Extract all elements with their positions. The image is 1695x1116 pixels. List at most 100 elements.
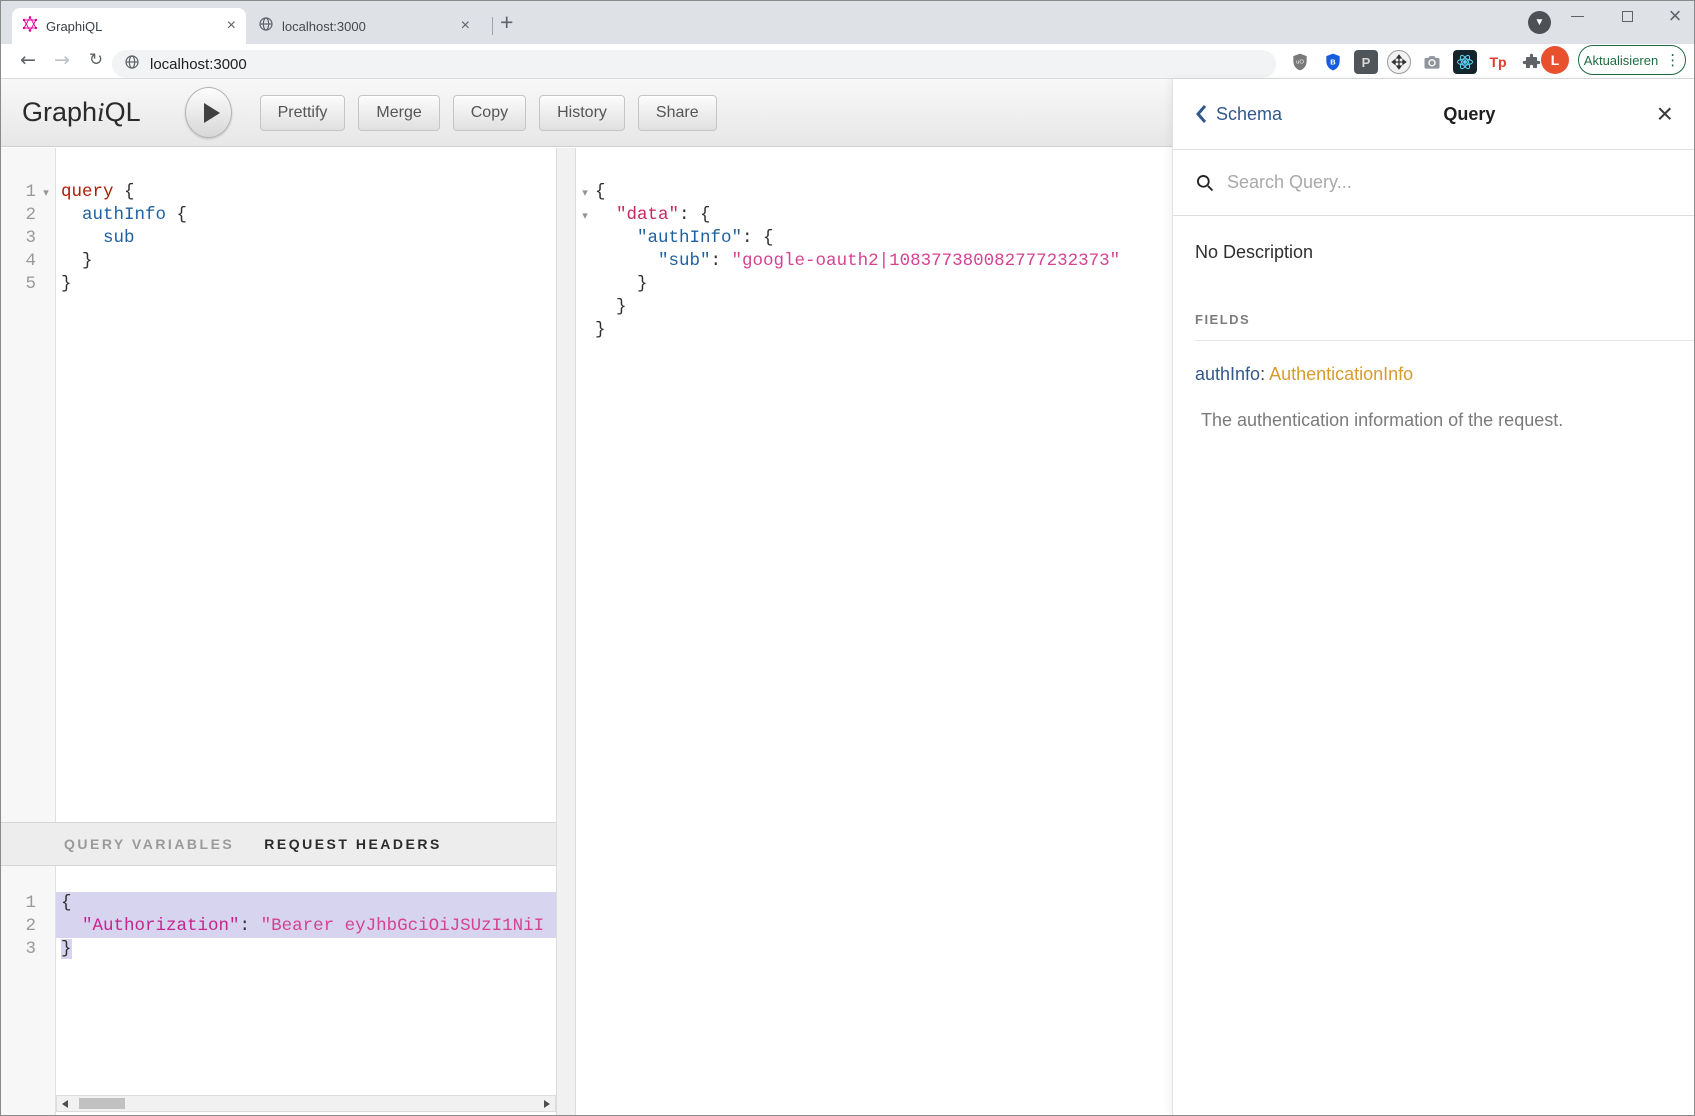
tab-request-headers[interactable]: REQUEST HEADERS: [264, 836, 442, 852]
query-code[interactable]: 1▾query {2 authInfo {3 sub4 }5}: [0, 181, 556, 296]
fold-gutter: [36, 938, 56, 961]
tab-close-icon[interactable]: ×: [461, 18, 470, 34]
maximize-button[interactable]: [1604, 0, 1650, 32]
tab-query-variables[interactable]: QUERY VARIABLES: [64, 836, 234, 852]
token: [595, 205, 616, 225]
tab-close-icon[interactable]: ×: [227, 18, 236, 34]
camera-icon[interactable]: [1420, 50, 1444, 74]
code-text[interactable]: "authInfo": {: [593, 227, 1172, 250]
ublock-icon[interactable]: uO: [1288, 50, 1312, 74]
divider: [1195, 340, 1695, 341]
extensions-row: uO B P Tp: [1288, 50, 1543, 74]
code-text[interactable]: "sub": "google-oauth2|108377380082777232…: [593, 250, 1172, 273]
fold-arrow-icon[interactable]: ▾: [577, 204, 593, 227]
bitwarden-icon[interactable]: B: [1321, 50, 1345, 74]
token: }: [595, 297, 627, 317]
result-viewer: ▾{▾ "data": { "authInfo": { "sub": "goog…: [577, 148, 1172, 1116]
search-input[interactable]: Search Query...: [1227, 172, 1352, 193]
browser-tab-graphiql[interactable]: GraphiQL ×: [12, 8, 246, 44]
doc-title: Query: [1282, 104, 1657, 125]
fold-arrow-icon[interactable]: ▾: [577, 181, 593, 204]
fold-gutter: [36, 273, 56, 296]
back-icon[interactable]: ←: [14, 46, 42, 74]
code-line: }: [577, 319, 1172, 342]
request-headers-editor[interactable]: 1{2 "Authorization": "Bearer eyJhbGciOiJ…: [0, 866, 556, 1116]
doc-search-row[interactable]: Search Query...: [1173, 150, 1695, 216]
code-text[interactable]: query {: [56, 181, 556, 204]
token: [61, 205, 82, 225]
token: }: [595, 274, 648, 294]
line-number: 5: [0, 273, 36, 296]
token: "Bearer eyJhbGciOiJSUzI1NiI: [261, 916, 545, 936]
p-extension-icon[interactable]: P: [1354, 50, 1378, 74]
code-text[interactable]: }: [56, 250, 556, 273]
reload-icon[interactable]: ↻: [82, 46, 110, 74]
address-bar[interactable]: localhost:3000: [112, 50, 1276, 78]
site-globe-icon[interactable]: [124, 54, 140, 75]
window-close-button[interactable]: ×: [1652, 0, 1695, 32]
headers-code[interactable]: 1{2 "Authorization": "Bearer eyJhbGciOiJ…: [0, 892, 556, 961]
query-editor[interactable]: 1▾query {2 authInfo {3 sub4 }5}: [0, 148, 556, 822]
share-button[interactable]: Share: [638, 95, 717, 131]
code-text[interactable]: sub: [56, 227, 556, 250]
doc-close-icon[interactable]: ×: [1657, 104, 1673, 124]
tab-title: GraphiQL: [46, 19, 221, 34]
code-text[interactable]: "data": {: [593, 204, 1172, 227]
kebab-menu-icon[interactable]: ⋮: [1665, 51, 1680, 69]
chevron-left-icon: [1195, 104, 1207, 124]
url-text[interactable]: localhost:3000: [150, 56, 247, 73]
token: {: [114, 182, 135, 202]
browser-tab-localhost[interactable]: localhost:3000 ×: [248, 8, 480, 44]
code-line: 5}: [0, 273, 556, 296]
search-icon: [1195, 173, 1215, 193]
forward-icon: →: [48, 46, 76, 74]
move-tool-icon[interactable]: [1387, 50, 1411, 74]
history-button[interactable]: History: [539, 95, 625, 131]
horizontal-scrollbar[interactable]: [56, 1095, 556, 1112]
prettify-button[interactable]: Prettify: [260, 95, 346, 131]
tab-separator: [492, 17, 493, 35]
fold-gutter: [577, 250, 593, 273]
fold-gutter: [36, 204, 56, 227]
execute-query-button[interactable]: [185, 87, 232, 138]
code-text[interactable]: }: [593, 296, 1172, 319]
doc-explorer-header: Schema Query ×: [1173, 79, 1695, 150]
token: }: [595, 320, 606, 340]
fold-arrow-icon[interactable]: ▾: [36, 181, 56, 204]
minimize-button[interactable]: [1554, 0, 1600, 32]
code-line: "authInfo": {: [577, 227, 1172, 250]
aktualisieren-button[interactable]: Aktualisieren ⋮: [1578, 45, 1686, 75]
code-text[interactable]: }: [593, 319, 1172, 342]
token: :: [711, 251, 732, 271]
token: [61, 228, 103, 248]
merge-button[interactable]: Merge: [358, 95, 439, 131]
field-type-link[interactable]: AuthenticationInfo: [1269, 364, 1413, 384]
scrollbar-thumb[interactable]: [79, 1098, 125, 1109]
tp-icon[interactable]: Tp: [1486, 50, 1510, 74]
fold-gutter: [36, 915, 56, 938]
line-number: 1: [0, 892, 36, 915]
new-tab-button[interactable]: +: [500, 9, 513, 36]
copy-button[interactable]: Copy: [453, 95, 526, 131]
code-text[interactable]: }: [593, 273, 1172, 296]
code-text[interactable]: "Authorization": "Bearer eyJhbGciOiJSUzI…: [56, 915, 556, 938]
code-text[interactable]: {: [593, 181, 1172, 204]
code-text[interactable]: authInfo {: [56, 204, 556, 227]
tab-search-icon[interactable]: ▼: [1528, 11, 1551, 34]
scroll-right-arrow-icon[interactable]: [544, 1100, 550, 1108]
fold-gutter: [36, 892, 56, 915]
fold-gutter: [577, 227, 593, 250]
code-text[interactable]: }: [56, 273, 556, 296]
react-devtools-icon[interactable]: [1453, 50, 1477, 74]
doc-back-link[interactable]: Schema: [1195, 104, 1282, 125]
code-text[interactable]: }: [56, 938, 556, 961]
code-text[interactable]: {: [56, 892, 556, 915]
scroll-left-arrow-icon[interactable]: [62, 1100, 68, 1108]
field-name-link[interactable]: authInfo: [1195, 364, 1260, 384]
browser-tab-strip: GraphiQL × localhost:3000 × + ▼ ×: [0, 0, 1695, 44]
code-line: 3 sub: [0, 227, 556, 250]
pane-divider[interactable]: [556, 148, 576, 1116]
profile-avatar[interactable]: L: [1541, 46, 1569, 74]
extensions-puzzle-icon[interactable]: [1519, 50, 1543, 74]
fold-gutter: [36, 227, 56, 250]
